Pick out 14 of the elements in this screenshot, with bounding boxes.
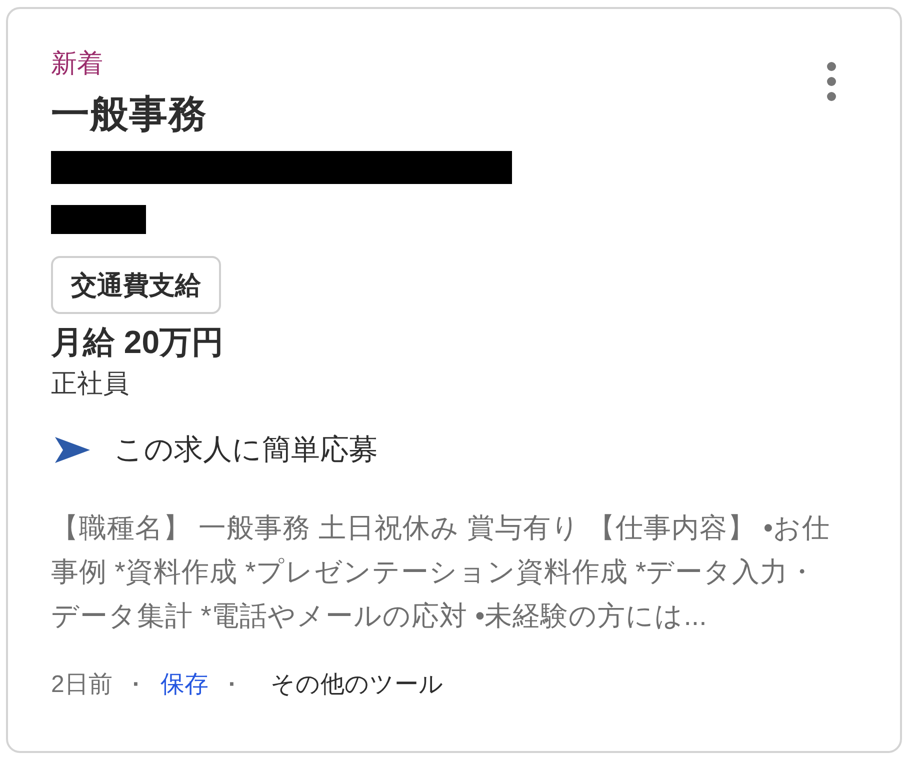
- apply-link[interactable]: この求人に簡単応募: [51, 432, 378, 468]
- send-arrow-icon: [55, 437, 90, 463]
- more-tools-button[interactable]: その他のツール: [256, 670, 444, 700]
- employment-type: 正社員: [51, 368, 129, 399]
- job-title: 一般事務: [51, 92, 207, 138]
- new-label: 新着: [51, 48, 103, 79]
- save-link[interactable]: 保存: [160, 670, 208, 700]
- posted-time: 2日前: [51, 670, 112, 700]
- job-description: 【職種名】 一般事務 土日祝休み 賞与有り 【仕事内容】 •お仕事例 *資料作成 *プレゼンテーション資料作成 *データ入力・データ集計 *電話やメールの応対 •未経験の方には...: [51, 511, 831, 633]
- separator-dot: ·: [132, 670, 140, 700]
- more-options-icon: [827, 62, 836, 101]
- separator-dot: ·: [228, 670, 236, 700]
- benefit-tag: 交通費支給: [51, 256, 221, 314]
- salary-text: 月給 20万円: [51, 323, 224, 361]
